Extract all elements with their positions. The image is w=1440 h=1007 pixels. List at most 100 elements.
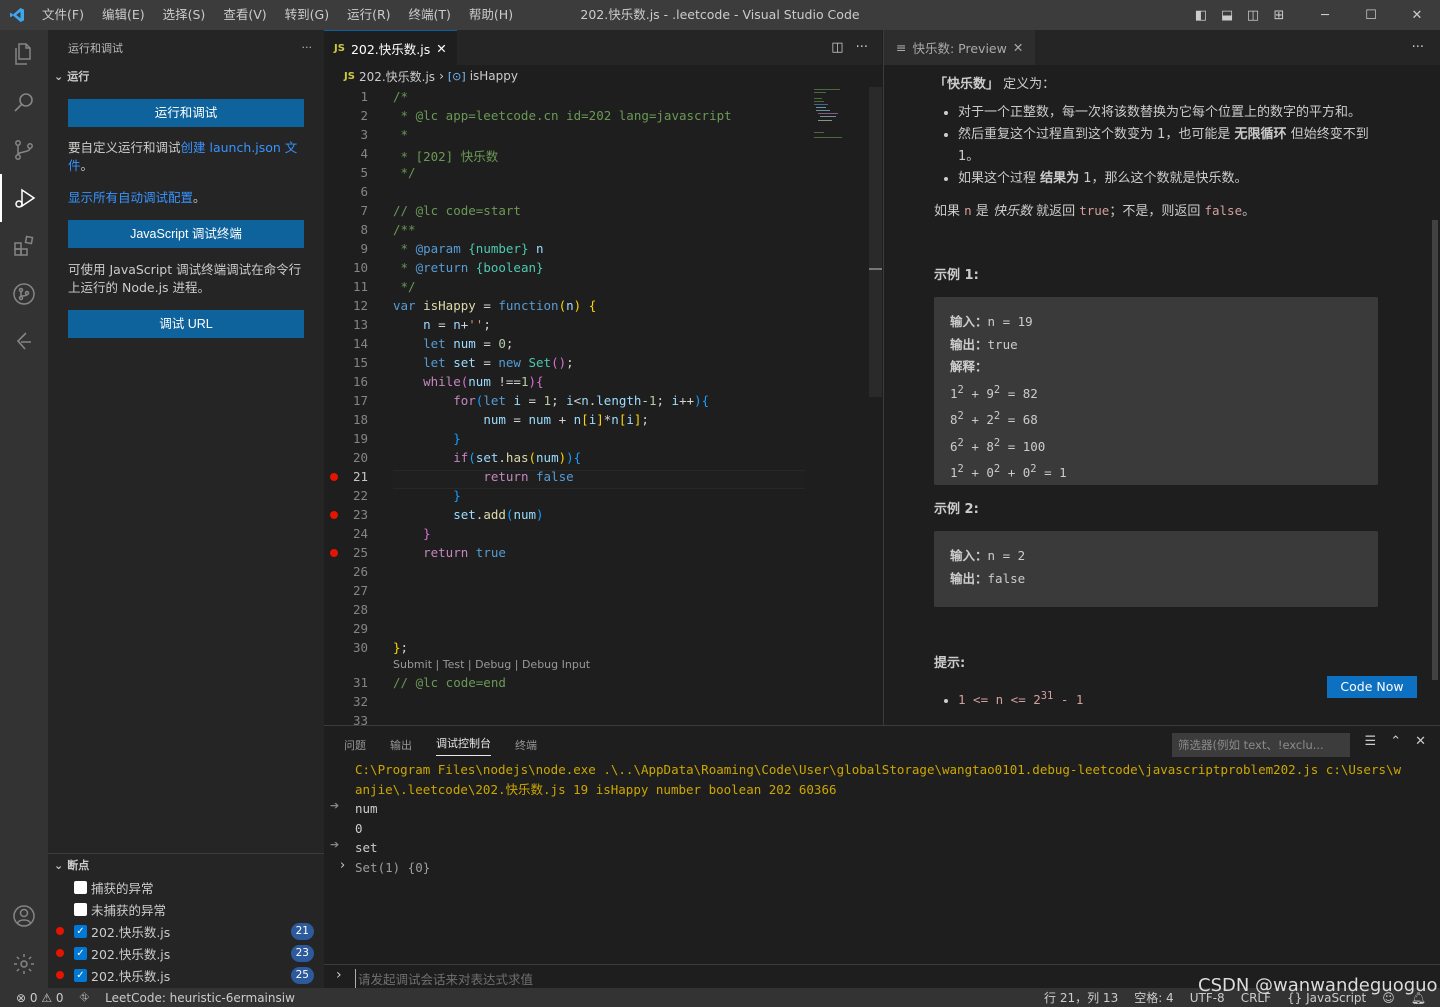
breakpoint-line-23[interactable]: ✓ 202.快乐数.js 23 xyxy=(48,942,324,964)
toggle-panel-icon[interactable]: ⬓ xyxy=(1214,8,1240,23)
code-editor: JS 202.快乐数.js ✕ ◫ ··· JS 202.快乐数.js › [⊙… xyxy=(324,30,882,725)
hint-title: 提示: xyxy=(934,656,966,671)
breakpoints-section-header[interactable]: ⌄ 断点 xyxy=(48,854,324,876)
show-all-configs-text: 显示所有自动调试配置。 xyxy=(48,189,324,207)
tab-output[interactable]: 输出 xyxy=(390,737,412,753)
menu-go[interactable]: 转到(G) xyxy=(277,0,337,30)
repl-input[interactable]: 请发起调试会话来对表达式求值 xyxy=(355,969,533,988)
run-and-debug-icon[interactable] xyxy=(0,174,48,222)
run-section-header[interactable]: ⌄ 运行 xyxy=(48,65,324,87)
tab-debug-console[interactable]: 调试控制台 xyxy=(436,735,491,756)
line-number: 18 xyxy=(352,412,368,427)
code-line: */ xyxy=(393,165,416,180)
git-graph-icon[interactable] xyxy=(0,270,48,318)
scrollbar-thumb[interactable] xyxy=(869,87,882,397)
close-window-button[interactable]: ✕ xyxy=(1394,8,1440,23)
more-actions-icon[interactable]: ··· xyxy=(852,30,882,65)
sidebar-header: 运行和调试 ··· xyxy=(48,30,324,65)
minimap[interactable] xyxy=(812,87,852,167)
problems-status[interactable]: ⊗ 0 ⚠ 0 xyxy=(0,991,72,1005)
console-line[interactable]: Set(1) {0} xyxy=(355,858,430,878)
breakpoint-line-25[interactable]: ✓ 202.快乐数.js 25 xyxy=(48,964,324,986)
text: 就返回 xyxy=(1031,204,1080,219)
source-control-icon[interactable] xyxy=(0,126,48,174)
minimize-button[interactable]: ─ xyxy=(1302,8,1348,23)
preview-scrollbar[interactable] xyxy=(1432,220,1438,680)
editor-scrollbar[interactable] xyxy=(869,87,882,397)
breakpoint-caught-exceptions[interactable]: 捕获的异常 xyxy=(48,876,324,898)
breakpoint-line-21[interactable]: ✓ 202.快乐数.js 21 xyxy=(48,920,324,942)
checkbox[interactable]: ✓ xyxy=(74,946,87,960)
run-and-debug-button[interactable]: 运行和调试 xyxy=(68,99,304,127)
code-line: set.add(num) xyxy=(453,507,544,522)
explorer-icon[interactable] xyxy=(0,30,48,78)
window-controls: ◧ ⬓ ◫ ⊞ ─ ☐ ✕ xyxy=(1188,0,1440,30)
leetcode-codelens[interactable]: Submit | Test | Debug | Debug Input xyxy=(393,658,590,671)
menu-help[interactable]: 帮助(H) xyxy=(461,0,521,30)
code-now-button[interactable]: Code Now xyxy=(1327,676,1417,698)
checkbox[interactable]: ✓ xyxy=(74,924,87,938)
custom-config-label: 要自定义运行和调试 xyxy=(68,140,181,155)
toggle-sidebar-icon[interactable]: ◧ xyxy=(1188,8,1214,23)
breakpoint-dot-icon[interactable] xyxy=(330,549,338,557)
close-icon[interactable]: ✕ xyxy=(1013,40,1023,55)
line-number: 32 xyxy=(352,694,368,709)
cursor-position[interactable]: 行 21，列 13 xyxy=(1036,989,1126,1006)
js-debug-terminal-button[interactable]: JavaScript 调试终端 xyxy=(68,220,304,248)
chevron-right-icon[interactable]: › xyxy=(340,858,345,873)
extensions-icon[interactable] xyxy=(0,222,48,270)
menu-file[interactable]: 文件(F) xyxy=(34,0,92,30)
leetcode-status[interactable]: LeetCode: heuristic-6ermainsiw xyxy=(97,991,303,1005)
search-icon[interactable] xyxy=(0,78,48,126)
menu-edit[interactable]: 编辑(E) xyxy=(94,0,153,30)
customize-layout-icon[interactable]: ⊞ xyxy=(1266,8,1292,23)
menu-view[interactable]: 查看(V) xyxy=(215,0,274,30)
close-icon[interactable]: ✕ xyxy=(436,41,446,56)
line-number: 1 xyxy=(360,89,368,104)
manage-gear-icon[interactable] xyxy=(0,940,48,988)
menu-selection[interactable]: 选择(S) xyxy=(155,0,214,30)
tab-preview[interactable]: ≡ 快乐数: Preview ✕ xyxy=(884,30,1036,65)
code-area[interactable]: 1 2 3 4 5 6 7 8 9 10 11 12 13 14 15 16 1… xyxy=(324,87,869,725)
checkbox[interactable] xyxy=(74,902,87,916)
checkbox[interactable]: ✓ xyxy=(74,968,87,982)
checkbox[interactable] xyxy=(74,880,87,894)
code-line: */ xyxy=(393,279,416,294)
code-line: // @lc code=start xyxy=(393,203,521,218)
watermark: CSDN @wanwandeguoguo xyxy=(1198,975,1438,996)
more-actions-icon[interactable]: ··· xyxy=(302,41,313,54)
maximize-panel-icon[interactable]: ⌃ xyxy=(1390,734,1401,749)
line-number: 29 xyxy=(352,621,368,636)
breakpoint-uncaught-exceptions[interactable]: 未捕获的异常 xyxy=(48,898,324,920)
console-filter-input[interactable]: 筛选器(例如 text、!exclu... xyxy=(1172,733,1350,757)
split-editor-icon[interactable]: ◫ xyxy=(823,30,851,65)
breadcrumb-symbol[interactable]: isHappy xyxy=(470,69,518,83)
tab-202-js[interactable]: JS 202.快乐数.js ✕ xyxy=(324,30,457,65)
breakpoint-dot-icon[interactable] xyxy=(330,473,338,481)
breakpoint-dot-icon[interactable] xyxy=(330,511,338,519)
maximize-button[interactable]: ☐ xyxy=(1348,8,1394,23)
debug-url-button[interactable]: 调试 URL xyxy=(68,310,304,338)
terminal-description: 可使用 JavaScript 调试终端调试在命令行上运行的 Node.js 进程… xyxy=(68,262,302,295)
menu-run[interactable]: 运行(R) xyxy=(339,0,398,30)
editor-tabs: JS 202.快乐数.js ✕ ◫ ··· xyxy=(324,30,882,65)
clear-console-icon[interactable]: ☰ xyxy=(1365,734,1377,749)
show-all-configs-link[interactable]: 显示所有自动调试配置 xyxy=(68,190,193,205)
code-line: return true xyxy=(423,545,506,560)
accounts-icon[interactable] xyxy=(0,892,48,940)
code-line: } xyxy=(423,526,431,541)
leetcode-icon[interactable] xyxy=(0,318,48,366)
tab-terminal[interactable]: 终端 xyxy=(515,737,537,753)
code-line: /** xyxy=(393,222,416,237)
close-panel-icon[interactable]: ✕ xyxy=(1415,734,1426,749)
menu-terminal[interactable]: 终端(T) xyxy=(401,0,459,30)
debug-launch-icon[interactable]: ⛗ xyxy=(72,990,98,1005)
breadcrumb-file[interactable]: 202.快乐数.js xyxy=(359,68,435,85)
indentation[interactable]: 空格: 4 xyxy=(1126,989,1182,1006)
tab-problems[interactable]: 问题 xyxy=(344,737,366,753)
js-file-icon: JS xyxy=(334,42,345,54)
line-number: 31 xyxy=(352,675,368,690)
more-actions-icon[interactable]: ··· xyxy=(1412,40,1440,55)
toggle-secondary-sidebar-icon[interactable]: ◫ xyxy=(1240,8,1266,23)
example2-block: 输入：n = 2 输出：false xyxy=(934,531,1378,607)
